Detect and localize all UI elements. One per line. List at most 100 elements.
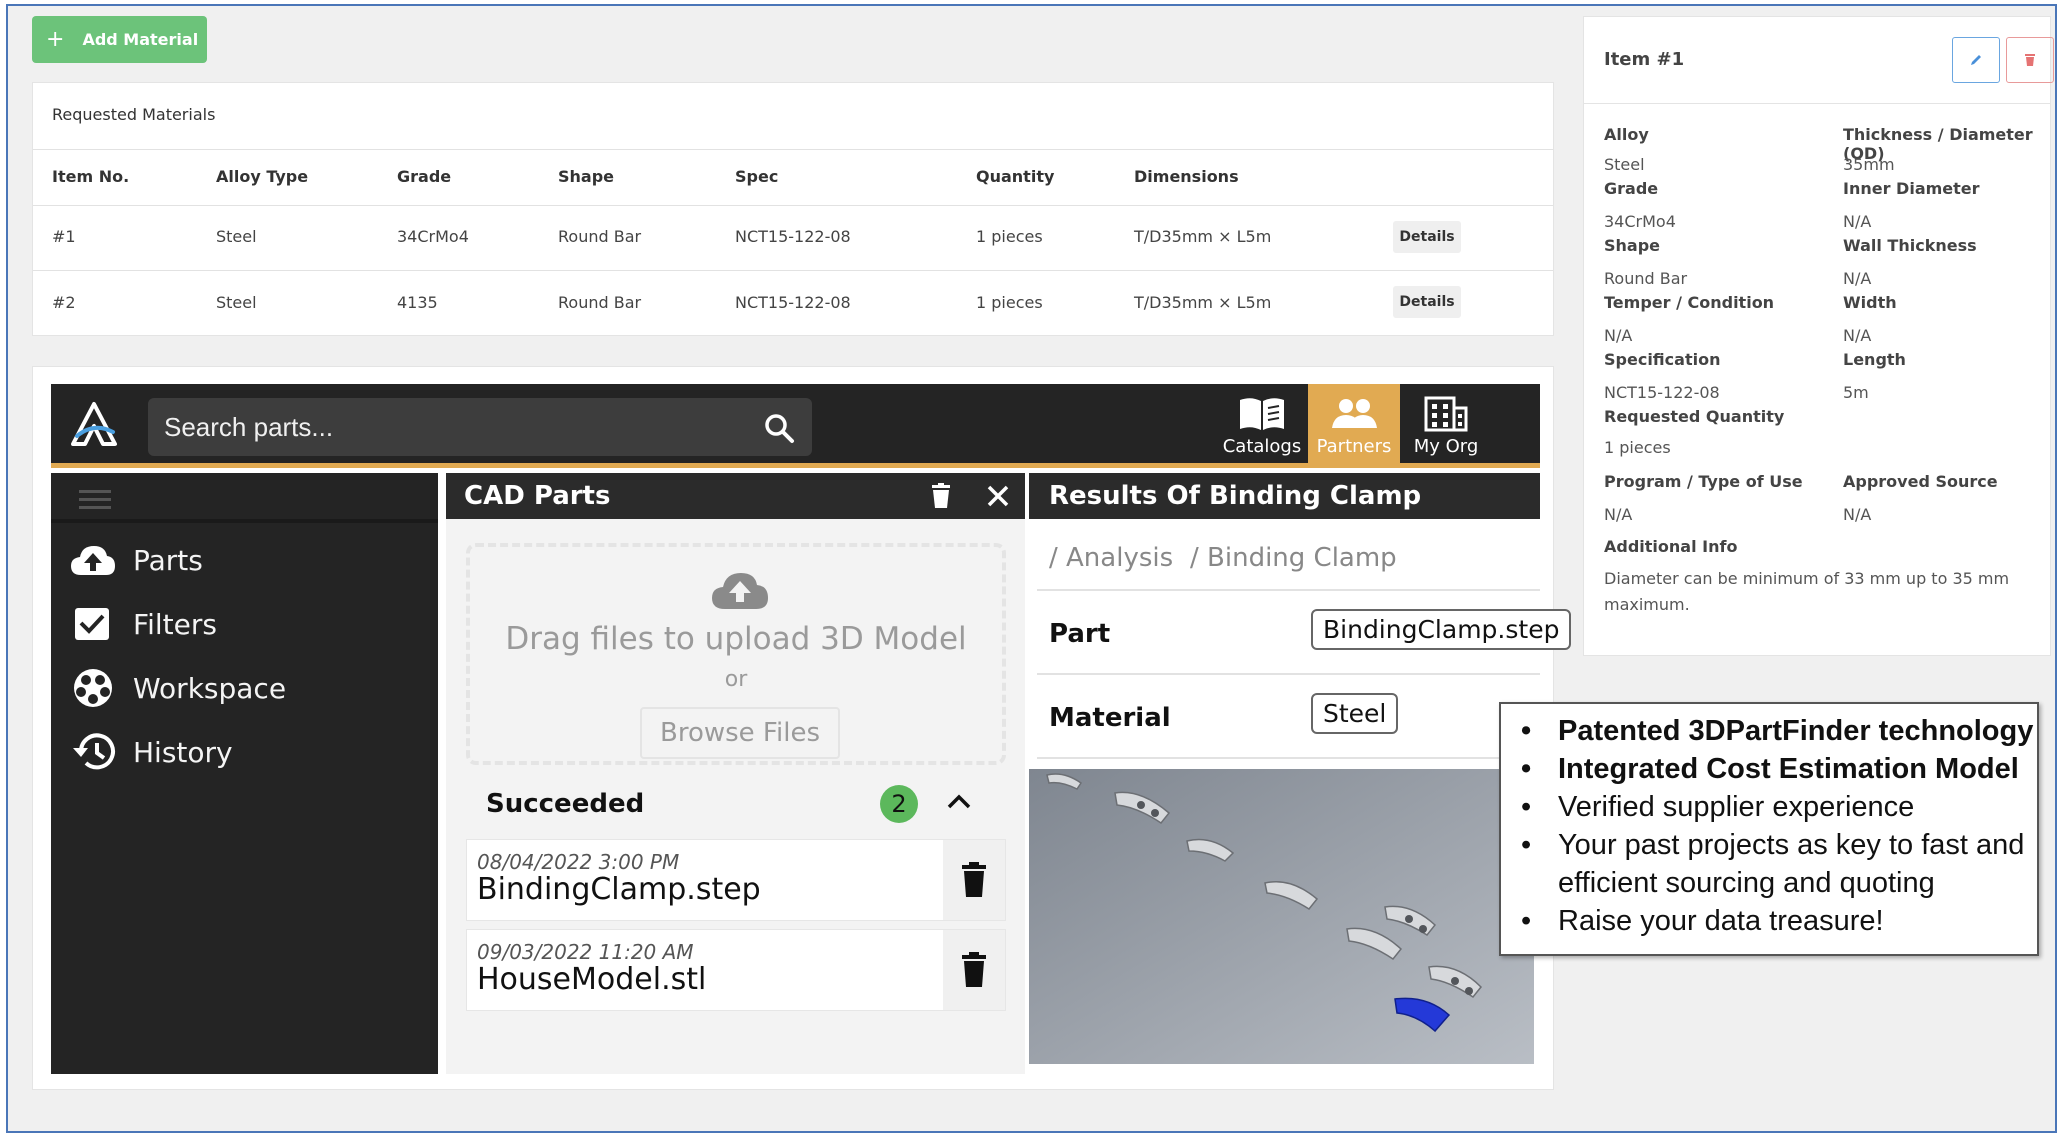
breadcrumb-analysis[interactable]: / Analysis — [1049, 543, 1173, 573]
list-item-continuation: efficient sourcing and quoting — [1519, 864, 2033, 902]
detail-label: Approved Source — [1843, 472, 1998, 491]
cloud-upload-icon — [71, 546, 115, 575]
dropzone[interactable]: Drag files to upload 3D Model or Browse … — [466, 543, 1006, 765]
panel-title-text: CAD Parts — [464, 481, 611, 511]
detail-label: Alloy — [1604, 125, 1649, 144]
drop-text: Drag files to upload 3D Model — [505, 621, 967, 657]
file-row[interactable]: 09/03/2022 11:20 AM HouseModel.stl — [466, 929, 1006, 1011]
cell-dimensions: T/D35mm × L5m — [1134, 293, 1272, 312]
file-date: 08/04/2022 3:00 PM — [477, 850, 680, 874]
delete-file-button[interactable] — [943, 930, 1005, 1010]
part-label: Part — [1049, 619, 1111, 649]
detail-label: Length — [1843, 350, 1906, 369]
browse-files-button[interactable]: Browse Files — [640, 707, 840, 759]
item-detail-card: Item #1 Alloy Steel Grade 34CrMo4 Shape … — [1583, 16, 2054, 656]
add-material-button[interactable]: + Add Material — [32, 16, 207, 63]
book-icon — [1240, 398, 1284, 430]
column-header: Dimensions — [1134, 167, 1239, 186]
people-icon — [1332, 399, 1377, 428]
file-name: HouseModel.stl — [477, 962, 707, 997]
list-item: Patented 3DPartFinder technology — [1519, 712, 2033, 750]
list-item: Raise your data treasure! — [1519, 902, 2033, 940]
continuation-text: efficient sourcing and quoting — [1558, 867, 1935, 899]
nav-label: My Org — [1413, 436, 1479, 457]
cell-quantity: 1 pieces — [976, 227, 1043, 246]
sidebar-item-workspace[interactable]: Workspace — [69, 665, 286, 711]
divider — [51, 519, 438, 523]
file-name: BindingClamp.step — [477, 872, 761, 907]
requested-materials-card: Requested Materials Item No. Alloy Type … — [32, 82, 1554, 336]
file-date: 09/03/2022 11:20 AM — [477, 940, 694, 964]
detail-value: N/A — [1843, 505, 1872, 524]
search-icon[interactable] — [762, 411, 796, 445]
delete-file-button[interactable] — [943, 840, 1005, 920]
top-bar: Catalogs Partners My Org — [51, 384, 1540, 468]
cell-grade: 34CrMo4 — [397, 227, 469, 246]
results-panel: Results Of Binding Clamp / Analysis / Bi… — [1029, 473, 1572, 1074]
divider — [1584, 103, 2050, 104]
detail-label: Requested Quantity — [1604, 407, 1785, 426]
close-icon[interactable] — [987, 485, 1009, 507]
column-header: Quantity — [976, 167, 1055, 186]
sidebar: Parts Filters Workspace History — [51, 473, 438, 1074]
workspace-icon — [74, 669, 112, 707]
column-header: Alloy Type — [216, 167, 309, 186]
sidebar-item-filters[interactable]: Filters — [69, 601, 217, 647]
3d-model-viewer[interactable] — [1029, 769, 1534, 1064]
details-button[interactable]: Details — [1393, 221, 1461, 253]
detail-value: N/A — [1604, 505, 1633, 524]
divider — [33, 149, 1553, 150]
detail-label: Width — [1843, 293, 1897, 312]
cad-app: Catalogs Partners My Org — [51, 384, 1572, 1074]
column-header: Shape — [558, 167, 615, 186]
delete-button[interactable] — [2006, 37, 2054, 83]
sidebar-item-parts[interactable]: Parts — [69, 537, 203, 583]
panel-title: Results Of Binding Clamp — [1029, 473, 1540, 519]
divider — [1037, 757, 1540, 759]
cell-spec: NCT15-122-08 — [735, 293, 851, 312]
cell-shape: Round Bar — [558, 293, 642, 312]
material-value-tag: Steel — [1311, 693, 1399, 734]
edit-button[interactable] — [1952, 37, 2000, 83]
details-button[interactable]: Details — [1393, 286, 1461, 318]
trash-icon — [962, 952, 986, 987]
cell-alloy: Steel — [216, 293, 257, 312]
divider — [1037, 673, 1540, 675]
list-item: Verified supplier experience — [1519, 788, 2033, 826]
card-title: Requested Materials — [52, 105, 216, 124]
cell-alloy: Steel — [216, 227, 257, 246]
chevron-up-icon[interactable] — [947, 793, 971, 809]
file-row[interactable]: 08/04/2022 3:00 PM BindingClamp.step — [466, 839, 1006, 921]
detail-value: 5m — [1843, 383, 1869, 402]
or-text: or — [724, 667, 748, 692]
nav-my-org[interactable]: My Org — [1400, 384, 1492, 463]
add-material-label: Add Material — [82, 30, 199, 49]
detail-label: Wall Thickness — [1843, 236, 1977, 255]
additional-info-value: Diameter can be minimum of 33 mm up to 3… — [1604, 569, 2010, 588]
additional-info-value: maximum. — [1604, 595, 1690, 614]
detail-value: Round Bar — [1604, 269, 1688, 288]
cell-grade: 4135 — [397, 293, 438, 312]
item-title: Item #1 — [1604, 49, 1685, 70]
detail-value: N/A — [1843, 269, 1872, 288]
column-header: Spec — [735, 167, 779, 186]
detail-value: N/A — [1843, 212, 1872, 231]
hamburger-icon[interactable] — [79, 489, 111, 511]
detail-value: Steel — [1604, 155, 1645, 174]
detail-value: 35mm — [1843, 155, 1895, 174]
detail-label: Shape — [1604, 236, 1661, 255]
sidebar-item-history[interactable]: History — [69, 729, 233, 775]
detail-label: Temper / Condition — [1604, 293, 1775, 312]
nav-partners[interactable]: Partners — [1308, 384, 1400, 463]
detail-value: N/A — [1843, 326, 1872, 345]
sidebar-item-label: Parts — [133, 543, 203, 577]
trash-icon[interactable] — [930, 483, 952, 509]
cell-item: #2 — [52, 293, 76, 312]
cell-spec: NCT15-122-08 — [735, 227, 851, 246]
nav-catalogs[interactable]: Catalogs — [1216, 384, 1308, 463]
search-input[interactable] — [148, 398, 812, 456]
divider — [1037, 589, 1540, 591]
column-header: Item No. — [52, 167, 130, 186]
cell-quantity: 1 pieces — [976, 293, 1043, 312]
trash-icon — [962, 862, 986, 897]
